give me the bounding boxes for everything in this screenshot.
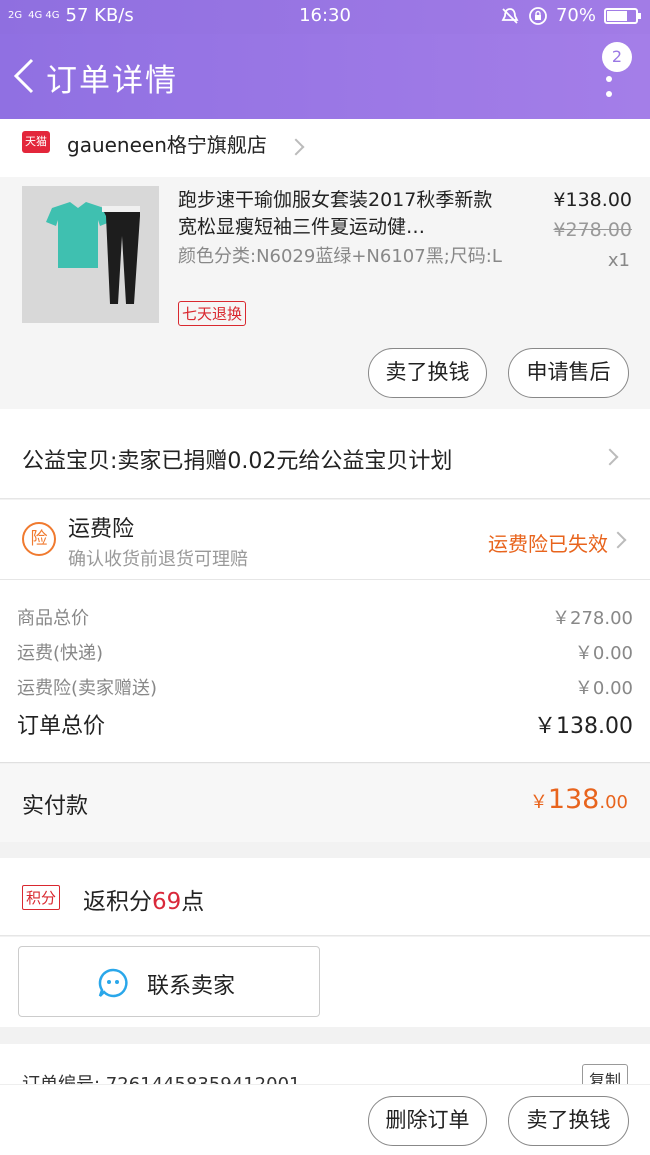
shipping-insurance-row[interactable]: 险 运费险 确认收货前退货可理赔 运费险已失效 <box>0 500 650 580</box>
order-info-section: 订单编号: 7261445835941200​1 复制 <box>0 1044 650 1084</box>
sell-exchange-button[interactable]: 卖了换钱 <box>368 348 487 398</box>
goods-total-row: 商品总价 ￥278.00 <box>17 604 633 630</box>
order-total-value: ￥138.00 <box>534 714 633 739</box>
order-number: 订单编号: 7261445835941200​1 <box>22 1070 300 1084</box>
points-suffix: 点 <box>181 889 205 915</box>
points-value: 69 <box>152 889 182 915</box>
charity-text: 公益宝贝:卖家已捐赠0.02元给公益宝贝计划 <box>22 449 453 474</box>
insurance-subtitle: 确认收货前退货可理赔 <box>68 549 248 570</box>
charity-row[interactable]: 公益宝贝:卖家已捐赠0.02元给公益宝贝计划 <box>0 409 650 499</box>
shipping-value: ￥0.00 <box>574 643 633 664</box>
delete-order-button[interactable]: 删除订单 <box>368 1096 487 1146</box>
bottom-sell-exchange-button[interactable]: 卖了换钱 <box>508 1096 629 1146</box>
insurance-fee-row: 运费险(卖家赠送) ￥0.00 <box>17 674 633 700</box>
chat-bubble-icon <box>98 968 128 998</box>
shipping-label: 运费(快递) <box>17 643 104 664</box>
tmall-badge: 天猫 <box>22 131 50 153</box>
contact-seller-label: 联系卖家 <box>147 974 236 999</box>
mute-icon <box>501 7 519 24</box>
return-policy-badge: 七天退换 <box>178 301 247 326</box>
shop-row[interactable]: 天猫 gaueneen格宁旗舰店 <box>0 119 650 177</box>
order-item[interactable]: 跑步速干瑜伽服女套装2017秋季新款宽松显瘦短袖三件夏运动健… 颜色分类:N60… <box>0 177 650 409</box>
notification-badge: 2 <box>602 42 632 72</box>
contact-section: 联系卖家 <box>0 937 650 1027</box>
payment-currency: ￥ <box>529 792 548 813</box>
payment-amount-int: 138 <box>547 784 600 815</box>
actual-payment-row: 实付款 ￥138.00 <box>0 764 650 842</box>
goods-total-value: ￥278.00 <box>552 608 633 629</box>
chevron-right-icon <box>287 138 305 156</box>
points-text: 返积分69点 <box>83 882 204 916</box>
battery-icon <box>604 7 641 24</box>
back-arrow-icon[interactable] <box>10 56 40 96</box>
product-sku: 颜色分类:N6029蓝绿+N6107黑;尺码:L <box>178 246 502 267</box>
copy-order-number-button[interactable]: 复制 <box>581 1064 628 1084</box>
after-sale-button[interactable]: 申请售后 <box>508 348 629 398</box>
rotation-lock-icon <box>529 6 547 25</box>
more-dots-icon[interactable] <box>606 76 612 97</box>
item-price: ¥138.00 <box>553 189 632 211</box>
points-prefix: 返积分 <box>83 889 152 915</box>
shop-name[interactable]: gaueneen格宁旗舰店 <box>67 129 267 158</box>
page-title: 订单详情 <box>46 63 178 99</box>
actual-payment-value: ￥138.00 <box>530 784 628 815</box>
item-quantity: x1 <box>607 250 630 271</box>
item-original-price: ¥278.00 <box>553 219 632 241</box>
order-total-label: 订单总价 <box>17 714 106 739</box>
product-title[interactable]: 跑步速干瑜伽服女套装2017秋季新款宽松显瘦短袖三件夏运动健… <box>178 187 508 241</box>
goods-total-label: 商品总价 <box>17 608 89 629</box>
shipping-row: 运费(快递) ￥0.00 <box>17 639 633 665</box>
insurance-fee-label: 运费险(卖家赠送) <box>17 678 158 699</box>
battery-percent: 70% <box>555 5 596 26</box>
insurance-status: 运费险已失效 <box>488 532 608 556</box>
insurance-fee-value: ￥0.00 <box>574 678 633 699</box>
insurance-icon: 险 <box>22 522 56 556</box>
product-image[interactable] <box>22 186 159 323</box>
chevron-right-icon <box>601 448 619 466</box>
chevron-right-icon <box>609 531 627 549</box>
price-summary: 商品总价 ￥278.00 运费(快递) ￥0.00 运费险(卖家赠送) ￥0.0… <box>0 580 650 763</box>
points-badge: 积分 <box>22 885 61 910</box>
points-row: 积分 返积分69点 <box>0 858 650 936</box>
actual-payment-label: 实付款 <box>22 794 89 819</box>
contact-seller-button[interactable]: 联系卖家 <box>18 946 320 1017</box>
payment-amount-dec: .00 <box>599 792 628 813</box>
order-total-row: 订单总价 ￥138.00 <box>17 708 633 740</box>
insurance-title: 运费险 <box>68 517 135 542</box>
bottom-action-bar: 删除订单 卖了换钱 <box>0 1084 650 1155</box>
status-bar: 2G 4G 4G 57 KB/s 16:30 70% <box>0 0 650 34</box>
header-bar: 订单详情 2 <box>0 34 650 119</box>
